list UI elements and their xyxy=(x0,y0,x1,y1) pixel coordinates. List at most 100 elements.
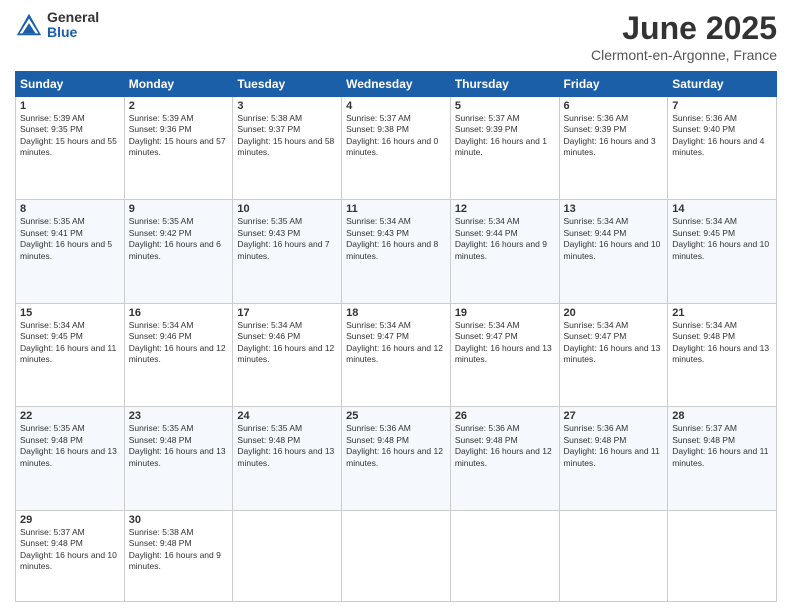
sunset-text: Sunset: 9:44 PM xyxy=(455,228,518,238)
day-info: Sunrise: 5:34 AM Sunset: 9:46 PM Dayligh… xyxy=(237,320,337,366)
day-info: Sunrise: 5:36 AM Sunset: 9:39 PM Dayligh… xyxy=(564,113,664,159)
sunrise-text: Sunrise: 5:34 AM xyxy=(129,320,194,330)
table-row xyxy=(559,510,668,601)
sunset-text: Sunset: 9:35 PM xyxy=(20,124,83,134)
sunrise-text: Sunrise: 5:38 AM xyxy=(129,527,194,537)
daylight-text: Daylight: 16 hours and 13 minutes. xyxy=(20,446,117,467)
daylight-text: Daylight: 16 hours and 7 minutes. xyxy=(237,239,329,260)
daylight-text: Daylight: 16 hours and 13 minutes. xyxy=(564,343,661,364)
table-row: 22 Sunrise: 5:35 AM Sunset: 9:48 PM Dayl… xyxy=(16,407,125,510)
daylight-text: Daylight: 16 hours and 4 minutes. xyxy=(672,136,764,157)
sunset-text: Sunset: 9:42 PM xyxy=(129,228,192,238)
sunset-text: Sunset: 9:48 PM xyxy=(129,538,192,548)
sunrise-text: Sunrise: 5:38 AM xyxy=(237,113,302,123)
sunrise-text: Sunrise: 5:35 AM xyxy=(129,423,194,433)
table-row: 30 Sunrise: 5:38 AM Sunset: 9:48 PM Dayl… xyxy=(124,510,233,601)
day-number: 6 xyxy=(564,100,664,112)
col-wednesday: Wednesday xyxy=(342,72,451,97)
day-number: 2 xyxy=(129,100,229,112)
day-info: Sunrise: 5:37 AM Sunset: 9:48 PM Dayligh… xyxy=(20,527,120,573)
day-info: Sunrise: 5:35 AM Sunset: 9:42 PM Dayligh… xyxy=(129,216,229,262)
calendar-week-5: 29 Sunrise: 5:37 AM Sunset: 9:48 PM Dayl… xyxy=(16,510,777,601)
day-info: Sunrise: 5:34 AM Sunset: 9:46 PM Dayligh… xyxy=(129,320,229,366)
sunset-text: Sunset: 9:48 PM xyxy=(672,435,735,445)
sunrise-text: Sunrise: 5:35 AM xyxy=(129,216,194,226)
sunset-text: Sunset: 9:48 PM xyxy=(672,331,735,341)
day-info: Sunrise: 5:34 AM Sunset: 9:45 PM Dayligh… xyxy=(672,216,772,262)
sunrise-text: Sunrise: 5:36 AM xyxy=(564,423,629,433)
daylight-text: Daylight: 16 hours and 11 minutes. xyxy=(564,446,660,467)
sunset-text: Sunset: 9:37 PM xyxy=(237,124,300,134)
sunset-text: Sunset: 9:48 PM xyxy=(129,435,192,445)
sunrise-text: Sunrise: 5:34 AM xyxy=(346,216,411,226)
table-row: 16 Sunrise: 5:34 AM Sunset: 9:46 PM Dayl… xyxy=(124,303,233,406)
sunset-text: Sunset: 9:48 PM xyxy=(20,538,83,548)
day-info: Sunrise: 5:37 AM Sunset: 9:38 PM Dayligh… xyxy=(346,113,446,159)
day-number: 16 xyxy=(129,307,229,319)
daylight-text: Daylight: 16 hours and 12 minutes. xyxy=(346,446,443,467)
day-info: Sunrise: 5:37 AM Sunset: 9:48 PM Dayligh… xyxy=(672,423,772,469)
day-number: 18 xyxy=(346,307,446,319)
logo-general-text: General xyxy=(47,10,99,25)
day-number: 11 xyxy=(346,203,446,215)
sunset-text: Sunset: 9:43 PM xyxy=(237,228,300,238)
day-number: 1 xyxy=(20,100,120,112)
sunset-text: Sunset: 9:47 PM xyxy=(346,331,409,341)
day-number: 13 xyxy=(564,203,664,215)
logo: General Blue xyxy=(15,10,99,41)
table-row: 6 Sunrise: 5:36 AM Sunset: 9:39 PM Dayli… xyxy=(559,97,668,200)
logo-blue-text: Blue xyxy=(47,25,99,40)
sunset-text: Sunset: 9:46 PM xyxy=(237,331,300,341)
sunrise-text: Sunrise: 5:34 AM xyxy=(455,216,520,226)
daylight-text: Daylight: 16 hours and 1 minute. xyxy=(455,136,547,157)
table-row: 4 Sunrise: 5:37 AM Sunset: 9:38 PM Dayli… xyxy=(342,97,451,200)
daylight-text: Daylight: 16 hours and 13 minutes. xyxy=(129,446,226,467)
daylight-text: Daylight: 16 hours and 9 minutes. xyxy=(129,550,221,571)
table-row: 27 Sunrise: 5:36 AM Sunset: 9:48 PM Dayl… xyxy=(559,407,668,510)
day-number: 3 xyxy=(237,100,337,112)
daylight-text: Daylight: 15 hours and 57 minutes. xyxy=(129,136,226,157)
day-number: 26 xyxy=(455,410,555,422)
daylight-text: Daylight: 16 hours and 0 minutes. xyxy=(346,136,438,157)
header: General Blue June 2025 Clermont-en-Argon… xyxy=(15,10,777,63)
sunrise-text: Sunrise: 5:35 AM xyxy=(20,423,85,433)
day-number: 28 xyxy=(672,410,772,422)
sunrise-text: Sunrise: 5:35 AM xyxy=(237,216,302,226)
table-row: 3 Sunrise: 5:38 AM Sunset: 9:37 PM Dayli… xyxy=(233,97,342,200)
calendar-table: Sunday Monday Tuesday Wednesday Thursday… xyxy=(15,71,777,602)
logo-icon xyxy=(15,11,43,39)
day-info: Sunrise: 5:35 AM Sunset: 9:43 PM Dayligh… xyxy=(237,216,337,262)
sunrise-text: Sunrise: 5:34 AM xyxy=(672,320,737,330)
sunrise-text: Sunrise: 5:34 AM xyxy=(237,320,302,330)
col-tuesday: Tuesday xyxy=(233,72,342,97)
table-row: 9 Sunrise: 5:35 AM Sunset: 9:42 PM Dayli… xyxy=(124,200,233,303)
sunrise-text: Sunrise: 5:39 AM xyxy=(129,113,194,123)
day-info: Sunrise: 5:35 AM Sunset: 9:48 PM Dayligh… xyxy=(237,423,337,469)
day-info: Sunrise: 5:35 AM Sunset: 9:48 PM Dayligh… xyxy=(129,423,229,469)
sunset-text: Sunset: 9:48 PM xyxy=(455,435,518,445)
sunrise-text: Sunrise: 5:34 AM xyxy=(564,320,629,330)
table-row: 26 Sunrise: 5:36 AM Sunset: 9:48 PM Dayl… xyxy=(450,407,559,510)
daylight-text: Daylight: 16 hours and 9 minutes. xyxy=(455,239,547,260)
sunrise-text: Sunrise: 5:34 AM xyxy=(20,320,85,330)
col-saturday: Saturday xyxy=(668,72,777,97)
daylight-text: Daylight: 16 hours and 11 minutes. xyxy=(672,446,768,467)
sunset-text: Sunset: 9:47 PM xyxy=(564,331,627,341)
day-number: 14 xyxy=(672,203,772,215)
table-row: 8 Sunrise: 5:35 AM Sunset: 9:41 PM Dayli… xyxy=(16,200,125,303)
month-title: June 2025 xyxy=(591,10,777,47)
table-row: 23 Sunrise: 5:35 AM Sunset: 9:48 PM Dayl… xyxy=(124,407,233,510)
table-row: 24 Sunrise: 5:35 AM Sunset: 9:48 PM Dayl… xyxy=(233,407,342,510)
table-row: 10 Sunrise: 5:35 AM Sunset: 9:43 PM Dayl… xyxy=(233,200,342,303)
sunset-text: Sunset: 9:44 PM xyxy=(564,228,627,238)
day-info: Sunrise: 5:37 AM Sunset: 9:39 PM Dayligh… xyxy=(455,113,555,159)
day-info: Sunrise: 5:36 AM Sunset: 9:48 PM Dayligh… xyxy=(455,423,555,469)
day-number: 4 xyxy=(346,100,446,112)
daylight-text: Daylight: 16 hours and 10 minutes. xyxy=(564,239,661,260)
calendar-header-row: Sunday Monday Tuesday Wednesday Thursday… xyxy=(16,72,777,97)
day-info: Sunrise: 5:34 AM Sunset: 9:43 PM Dayligh… xyxy=(346,216,446,262)
calendar-week-1: 1 Sunrise: 5:39 AM Sunset: 9:35 PM Dayli… xyxy=(16,97,777,200)
table-row xyxy=(668,510,777,601)
day-number: 9 xyxy=(129,203,229,215)
daylight-text: Daylight: 16 hours and 5 minutes. xyxy=(20,239,112,260)
